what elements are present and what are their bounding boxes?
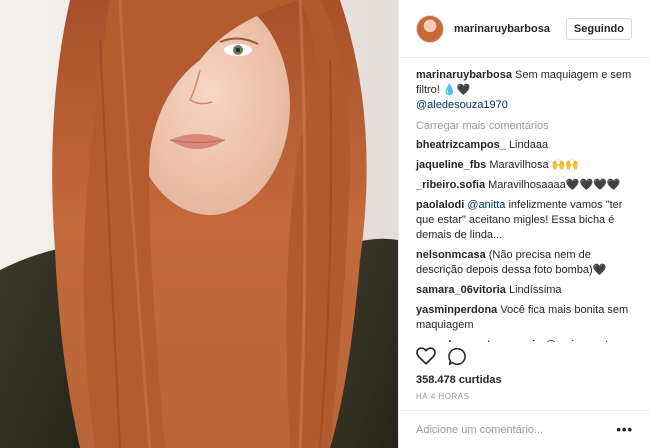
comment-username[interactable]: samara_06vitoria [416,284,506,296]
comment-row: yasminperdona Você fica mais bonita sem … [416,303,632,333]
comment-username[interactable]: nelsonmcasa [416,249,486,261]
comment-row: paolalodi @anitta infelizmente vamos "te… [416,198,632,243]
comment-username[interactable]: yasminperdona [416,304,497,316]
comments-list: marinaruybarbosa Sem maquiagem e sem fil… [399,58,650,342]
comment-username[interactable]: jaqueline_fbs [416,159,486,171]
post-header: marinaruybarbosa Seguindo [399,0,650,58]
following-button[interactable]: Seguindo [565,17,632,40]
comment-row: samara_06vitoria Lindíssima [416,283,632,298]
add-comment-input[interactable] [416,423,617,436]
author-avatar[interactable] [416,14,444,43]
caption-username[interactable]: marinaruybarbosa [416,69,512,81]
author-username[interactable]: marinaruybarbosa [454,23,566,35]
comment-bubble-icon[interactable] [448,347,467,366]
comment-bar: ••• [399,410,650,448]
comment-text: Lindaaa [508,139,549,151]
heart-icon[interactable] [416,347,436,366]
comment-username[interactable]: amanda_montes_araujo [416,339,542,342]
caption-mention[interactable]: @aledesouza1970 [416,99,508,111]
portrait-image [0,0,398,448]
comment-text: Maravilhosa 🙌🙌 [489,159,580,171]
more-options-icon[interactable]: ••• [616,422,633,437]
instagram-post-view: marinaruybarbosa Seguindo marinaruybarbo… [0,0,650,448]
comment-username[interactable]: _ribeiro.sofia [416,179,485,191]
comment-text: Maravilhosaaaa🖤🖤🖤🖤 [488,179,621,191]
comment-row: jaqueline_fbs Maravilhosa 🙌🙌 [416,158,632,173]
comment-username[interactable]: bheatrizcampos_ [416,139,506,151]
comment-text: Lindíssima [508,284,562,296]
post-actions [416,347,467,366]
comment-row: bheatrizcampos_ Lindaaa [416,138,632,153]
comment-username[interactable]: paolalodi [416,199,464,211]
post-timestamp: HÁ 4 HORAS [416,392,470,401]
load-more-comments-link[interactable]: Carregar mais comentários [416,120,632,132]
comment-mention[interactable]: @anitta [467,199,505,211]
comment-row: amanda_montes_araujo @mairamontesc É sim… [416,338,632,342]
post-caption: marinaruybarbosa Sem maquiagem e sem fil… [416,68,632,113]
post-side-panel: marinaruybarbosa Seguindo marinaruybarbo… [398,0,650,448]
comment-mention[interactable]: @mairamontesc [545,339,625,342]
comment-container: bheatrizcampos_ Lindaaa jaqueline_fbs Mar… [416,138,632,342]
comment-row: _ribeiro.sofia Maravilhosaaaa🖤🖤🖤🖤 [416,178,632,193]
post-photo[interactable] [0,0,398,448]
comment-row: nelsonmcasa (Não precisa nem de descriçã… [416,248,632,278]
likes-count[interactable]: 358.478 curtidas [416,374,502,386]
